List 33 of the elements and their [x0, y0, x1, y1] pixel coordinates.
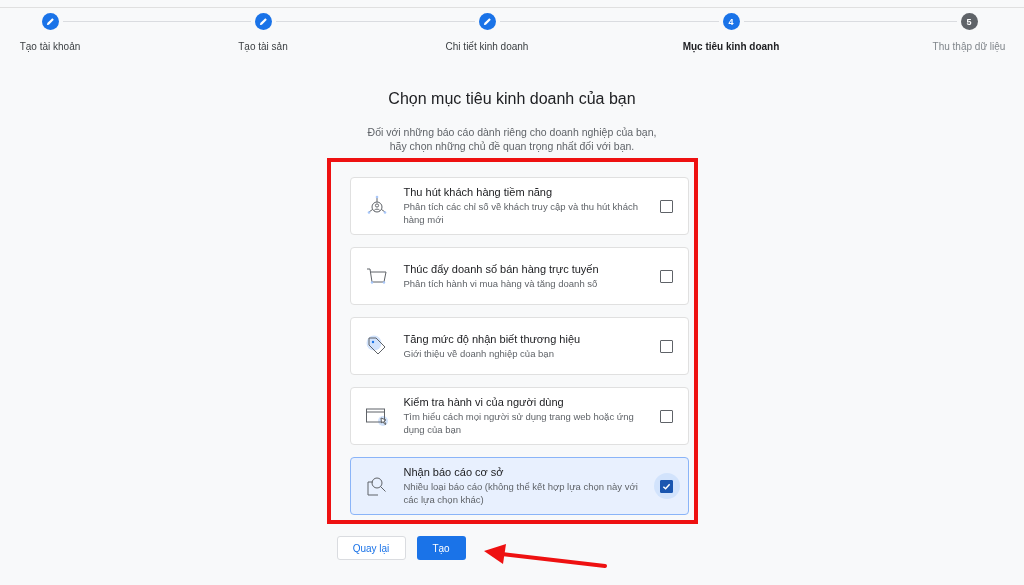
- pencil-icon: [258, 17, 268, 26]
- pencil-icon: [482, 17, 492, 26]
- back-button[interactable]: Quay lại: [336, 536, 406, 560]
- goal-title: Thu hút khách hàng tiềm năng: [403, 186, 554, 198]
- pencil-icon: [45, 17, 55, 26]
- check-icon: [662, 481, 671, 491]
- checkbox[interactable]: [660, 409, 673, 423]
- goal-title: Nhận báo cáo cơ sở: [403, 466, 505, 478]
- goal-description: Tìm hiểu cách mọi người sử dụng trang web hoặc ứng dụng của bạn: [403, 410, 635, 436]
- goal-title: Tăng mức độ nhận biết thương hiệu: [403, 332, 582, 345]
- goal-description: Giới thiệu về doanh nghiệp của bạn: [403, 346, 555, 360]
- goal-card[interactable]: Nhận báo cáo cơ sở Nhiều loại báo cáo (không thể kết hợp lựa chọn này với các lựa chọn khác): [349, 457, 689, 515]
- step-label: Tạo tài sản: [238, 41, 288, 52]
- goal-title: Kiểm tra hành vi của người dùng: [403, 396, 565, 408]
- checkbox[interactable]: [660, 269, 673, 283]
- goal-description: Phân tích hành vi mua hàng và tăng doanh số: [403, 276, 599, 290]
- goal-card[interactable]: Thúc đẩy doanh số bán hàng trực tuyến Phân tích hành vi mua hàng và tăng doanh số: [349, 247, 689, 305]
- step-label: Tạo tài khoản: [19, 41, 81, 52]
- goal-description: Nhiều loại báo cáo (không thể kết hợp lựa chọn này với các lựa chọn khác): [403, 480, 639, 506]
- checkbox[interactable]: [660, 199, 673, 213]
- page-title: Chọn mục tiêu kinh doanh của bạn: [388, 90, 636, 108]
- goal-card[interactable]: Kiểm tra hành vi của người dùng Tìm hiểu cách mọi người sử dụng trang web hoặc ứng dụng của bạn: [349, 387, 689, 445]
- page-subtitle: Đối với những báo cáo dành riêng cho doanh nghiệp của bạn, hãy chọn những chủ đề quan trọng nhất đối với bạn.: [367, 125, 657, 153]
- checkbox[interactable]: [660, 479, 673, 493]
- goal-title: Thúc đẩy doanh số bán hàng trực tuyến: [403, 262, 600, 275]
- step-label: Mục tiêu kinh doanh: [682, 41, 780, 52]
- goal-card[interactable]: Tăng mức độ nhận biết thương hiệu Giới thiệu về doanh nghiệp của bạn: [349, 317, 689, 375]
- goal-card[interactable]: Thu hút khách hàng tiềm năng Phân tích các chỉ số về khách truy cập và thu hút khách hàng mới: [349, 177, 689, 235]
- step-label: Chi tiết kinh doanh: [445, 41, 529, 52]
- goal-description: Phân tích các chỉ số về khách truy cập và thu hút khách hàng mới: [403, 200, 639, 226]
- checkbox[interactable]: [660, 339, 673, 353]
- create-button[interactable]: Tạo: [416, 536, 466, 560]
- step-label: Thu thập dữ liệu: [932, 41, 1006, 52]
